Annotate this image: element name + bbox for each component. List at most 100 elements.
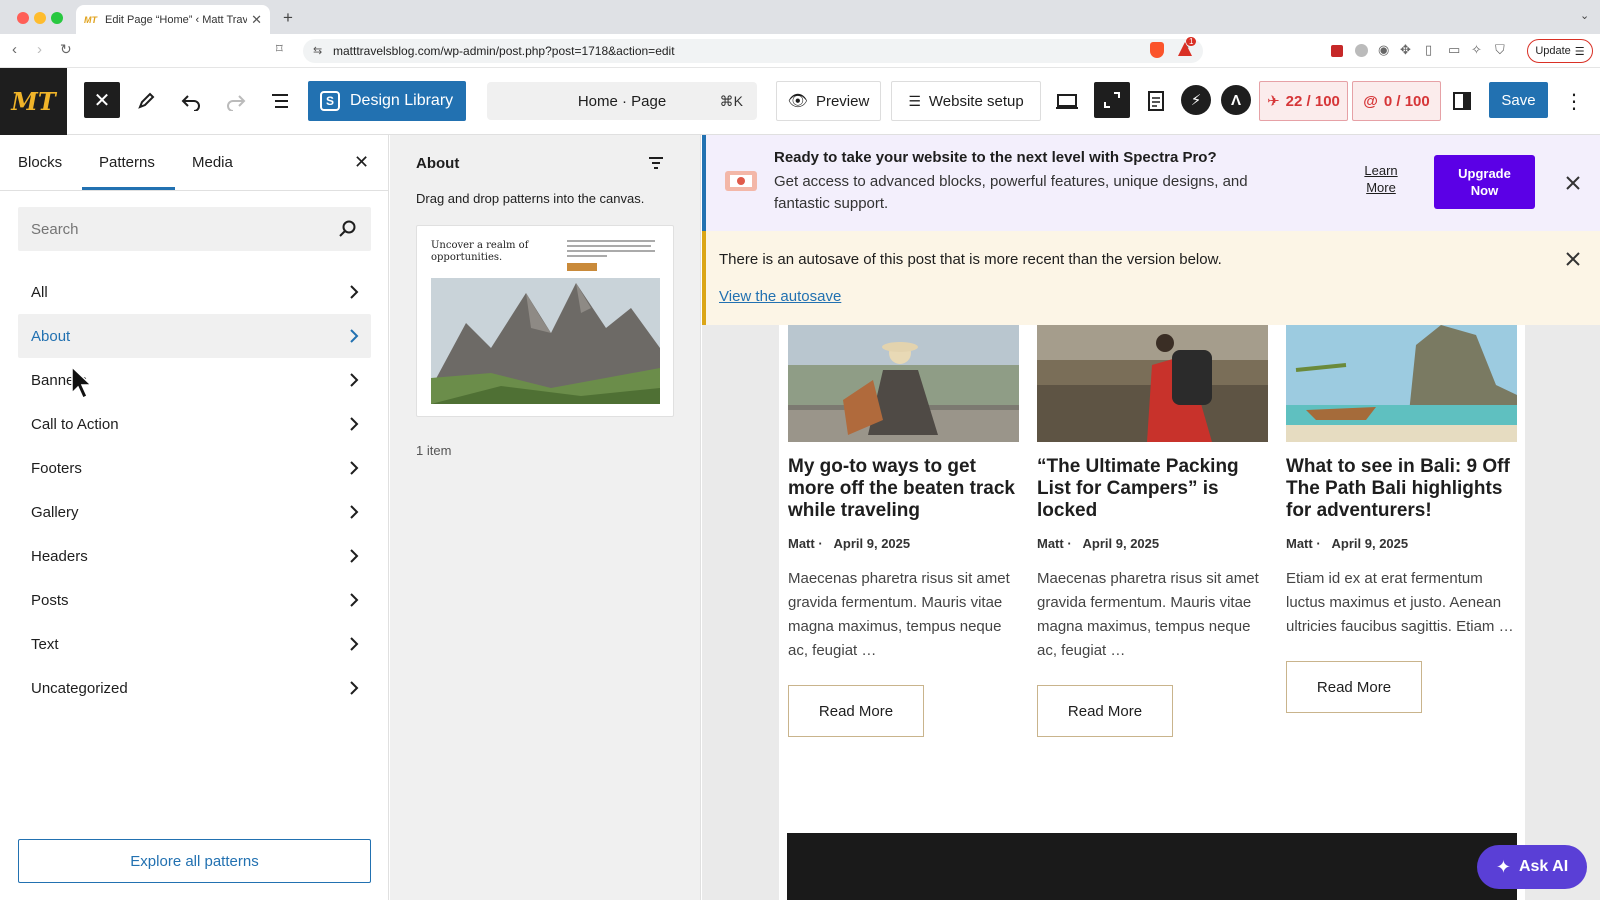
pencil-tools-icon[interactable] [131, 86, 161, 116]
close-window-button[interactable] [17, 12, 29, 24]
post-title[interactable]: “The Ultimate Packing List for Campers” … [1037, 456, 1268, 522]
autosave-notice: There is an autosave of this post that i… [702, 231, 1600, 325]
readability-score-badge[interactable]: @ 0 / 100 [1352, 81, 1441, 121]
new-tab-icon[interactable]: + [283, 8, 293, 28]
sidebar-toggle-icon[interactable]: ▯ [1425, 42, 1432, 58]
browser-update-button[interactable]: Update ☰ [1527, 39, 1593, 63]
ask-ai-button[interactable]: ✦ Ask AI [1477, 845, 1587, 889]
post-title[interactable]: My go-to ways to get more off the beaten… [788, 456, 1019, 522]
vpn-icon[interactable]: ⛉ [1495, 42, 1505, 58]
maximize-window-button[interactable] [51, 12, 63, 24]
wallet-icon[interactable]: ▭ [1448, 42, 1460, 58]
preview-button[interactable]: 👁 Preview [776, 81, 881, 121]
brave-shield-icon[interactable] [1150, 42, 1164, 58]
mountain-photo [431, 278, 660, 404]
read-more-button[interactable]: Read More [788, 685, 924, 737]
options-kebab-icon[interactable]: ⋮ [1559, 86, 1589, 116]
desktop-view-icon[interactable] [1052, 86, 1082, 116]
tab-list-chevron-icon[interactable]: ⌄ [1580, 9, 1589, 22]
chevron-right-icon [350, 637, 359, 651]
site-info-icon[interactable]: ⇆ [313, 44, 322, 57]
camera-extension-icon[interactable]: ◉ [1378, 42, 1389, 58]
view-autosave-link[interactable]: View the autosave [719, 288, 841, 305]
command-shortcut: ⌘K [719, 92, 743, 109]
filter-icon[interactable] [648, 156, 664, 170]
spectra-bolt-icon[interactable]: ⚡ [1181, 85, 1211, 115]
document-bar[interactable]: Home · Page ⌘K [487, 82, 757, 120]
browser-tab[interactable]: MT Edit Page “Home” ‹ Matt Trav ✕ [76, 5, 270, 34]
spectra-illustration-icon [725, 171, 757, 191]
astra-icon[interactable]: Λ [1221, 85, 1251, 115]
category-uncategorized[interactable]: Uncategorized [18, 666, 371, 710]
close-icon[interactable] [1565, 251, 1581, 267]
read-more-button[interactable]: Read More [1037, 685, 1173, 737]
close-panel-icon[interactable]: ✕ [354, 152, 369, 173]
category-label: Uncategorized [31, 679, 128, 697]
close-inserter-button[interactable]: ✕ [84, 82, 120, 118]
pattern-search-input[interactable]: Search [18, 207, 371, 251]
minimize-window-button[interactable] [34, 12, 46, 24]
spectra-body: Get access to advanced blocks, powerful … [774, 173, 1248, 212]
extension-k-icon[interactable] [1355, 44, 1368, 57]
url-field[interactable]: ⇆ matttravelsblog.com/wp-admin/post.php?… [303, 39, 1203, 63]
website-setup-button[interactable]: ☰ Website setup [891, 81, 1041, 121]
extension-red-icon[interactable] [1331, 45, 1343, 57]
pattern-preview-panel: About Drag and drop patterns into the ca… [390, 135, 701, 900]
category-headers[interactable]: Headers [18, 534, 371, 578]
redo-icon[interactable] [221, 86, 251, 116]
upgrade-now-button[interactable]: Upgrade Now [1434, 155, 1535, 209]
read-more-button[interactable]: Read More [1286, 661, 1422, 713]
post-image[interactable] [788, 325, 1019, 442]
explore-all-patterns-button[interactable]: Explore all patterns [18, 839, 371, 883]
category-label: Call to Action [31, 415, 119, 433]
design-library-button[interactable]: S Design Library [308, 81, 466, 121]
post-excerpt: Maecenas pharetra risus sit amet gravida… [788, 570, 1010, 659]
chevron-right-icon [350, 461, 359, 475]
chevron-right-icon [350, 329, 359, 343]
pattern-hint: Drag and drop patterns into the canvas. [416, 191, 645, 206]
reload-icon[interactable]: ↻ [60, 41, 72, 58]
settings-sidebar-icon[interactable] [1447, 86, 1477, 116]
site-logo[interactable]: MT [0, 68, 67, 135]
pattern-preview-button [567, 263, 597, 271]
category-text[interactable]: Text [18, 622, 371, 666]
pattern-card-about[interactable]: Uncover a realm of opportunities. [416, 225, 674, 417]
readability-score-value: 0 / 100 [1383, 92, 1430, 110]
tab-close-icon[interactable]: ✕ [251, 12, 262, 28]
post-title[interactable]: What to see in Bali: 9 Off The Path Bali… [1286, 456, 1517, 522]
seo-score-badge[interactable]: ✈ 22 / 100 [1259, 81, 1348, 121]
category-call-to-action[interactable]: Call to Action [18, 402, 371, 446]
undo-icon[interactable] [176, 86, 206, 116]
save-button[interactable]: Save [1489, 82, 1548, 118]
brave-rewards-icon[interactable]: 1 [1177, 37, 1197, 57]
category-all[interactable]: All [18, 270, 371, 314]
tab-media[interactable]: Media [192, 135, 233, 190]
back-icon[interactable]: ‹ [12, 41, 17, 58]
post-image[interactable] [1037, 325, 1268, 442]
document-overview-icon[interactable] [265, 86, 295, 116]
dark-section[interactable] [787, 833, 1517, 900]
page-settings-icon[interactable] [1141, 86, 1171, 116]
category-label: Posts [31, 591, 69, 609]
chevron-right-icon [350, 549, 359, 563]
learn-more-link[interactable]: Learn More [1363, 162, 1399, 196]
category-label: Text [31, 635, 59, 653]
close-icon[interactable] [1565, 175, 1581, 191]
tab-blocks[interactable]: Blocks [18, 135, 62, 190]
extensions-puzzle-icon[interactable]: ✥ [1400, 42, 1411, 58]
fullscreen-toggle-button[interactable] [1094, 82, 1130, 118]
chevron-right-icon [350, 373, 359, 387]
category-gallery[interactable]: Gallery [18, 490, 371, 534]
forward-icon[interactable]: › [37, 41, 42, 58]
category-about[interactable]: About [18, 314, 371, 358]
category-footers[interactable]: Footers [18, 446, 371, 490]
post-card: “The Ultimate Packing List for Campers” … [1037, 325, 1268, 737]
leo-ai-icon[interactable]: ✧ [1471, 42, 1482, 58]
category-posts[interactable]: Posts [18, 578, 371, 622]
post-author: Matt · [1037, 536, 1072, 551]
spectra-s-icon: S [320, 91, 340, 111]
category-label: Gallery [31, 503, 79, 521]
bookmark-icon[interactable]: ⌑ [276, 41, 283, 57]
tab-patterns[interactable]: Patterns [99, 135, 155, 190]
post-image[interactable] [1286, 325, 1517, 442]
